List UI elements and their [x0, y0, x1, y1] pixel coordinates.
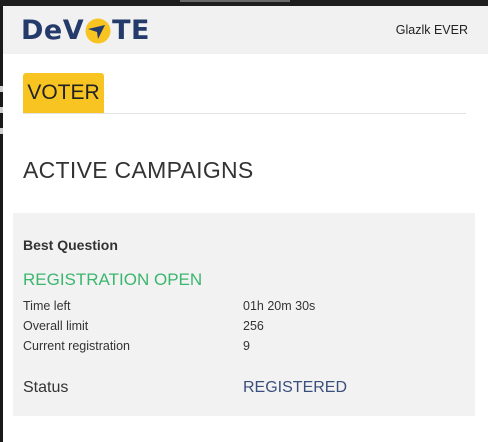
- campaign-question: Best Question: [23, 237, 118, 253]
- status-label: Status: [23, 379, 69, 396]
- ballot-logo-icon: [85, 18, 111, 44]
- app-header: DeV TE Glazlk EVER: [3, 6, 488, 54]
- page-title: ACTIVE CAMPAIGNS: [23, 157, 254, 183]
- tab-voter[interactable]: VOTER: [23, 73, 104, 113]
- tab-divider: [23, 113, 466, 114]
- title-bar-accent: [180, 0, 290, 2]
- field-value: 01h 20m 30s: [243, 299, 316, 313]
- logo-text-prefix: DeV: [21, 14, 85, 46]
- devote-logo[interactable]: DeV TE: [21, 13, 150, 47]
- field-value: 9: [243, 339, 250, 353]
- campaign-card[interactable]: Best Question REGISTRATION OPEN Time lef…: [13, 213, 475, 416]
- field-label: Time left: [23, 299, 71, 313]
- app-window: DeV TE Glazlk EVER VOTER ACTIVE CAMPAIGN…: [3, 6, 488, 442]
- registration-state: REGISTRATION OPEN: [23, 270, 203, 289]
- field-label: Overall limit: [23, 319, 89, 333]
- status-badge: REGISTERED: [243, 379, 348, 396]
- field-label: Current registration: [23, 339, 130, 353]
- user-name[interactable]: Glazlk EVER: [396, 23, 468, 37]
- logo-text-suffix: TE: [112, 14, 150, 46]
- field-value: 256: [243, 319, 264, 333]
